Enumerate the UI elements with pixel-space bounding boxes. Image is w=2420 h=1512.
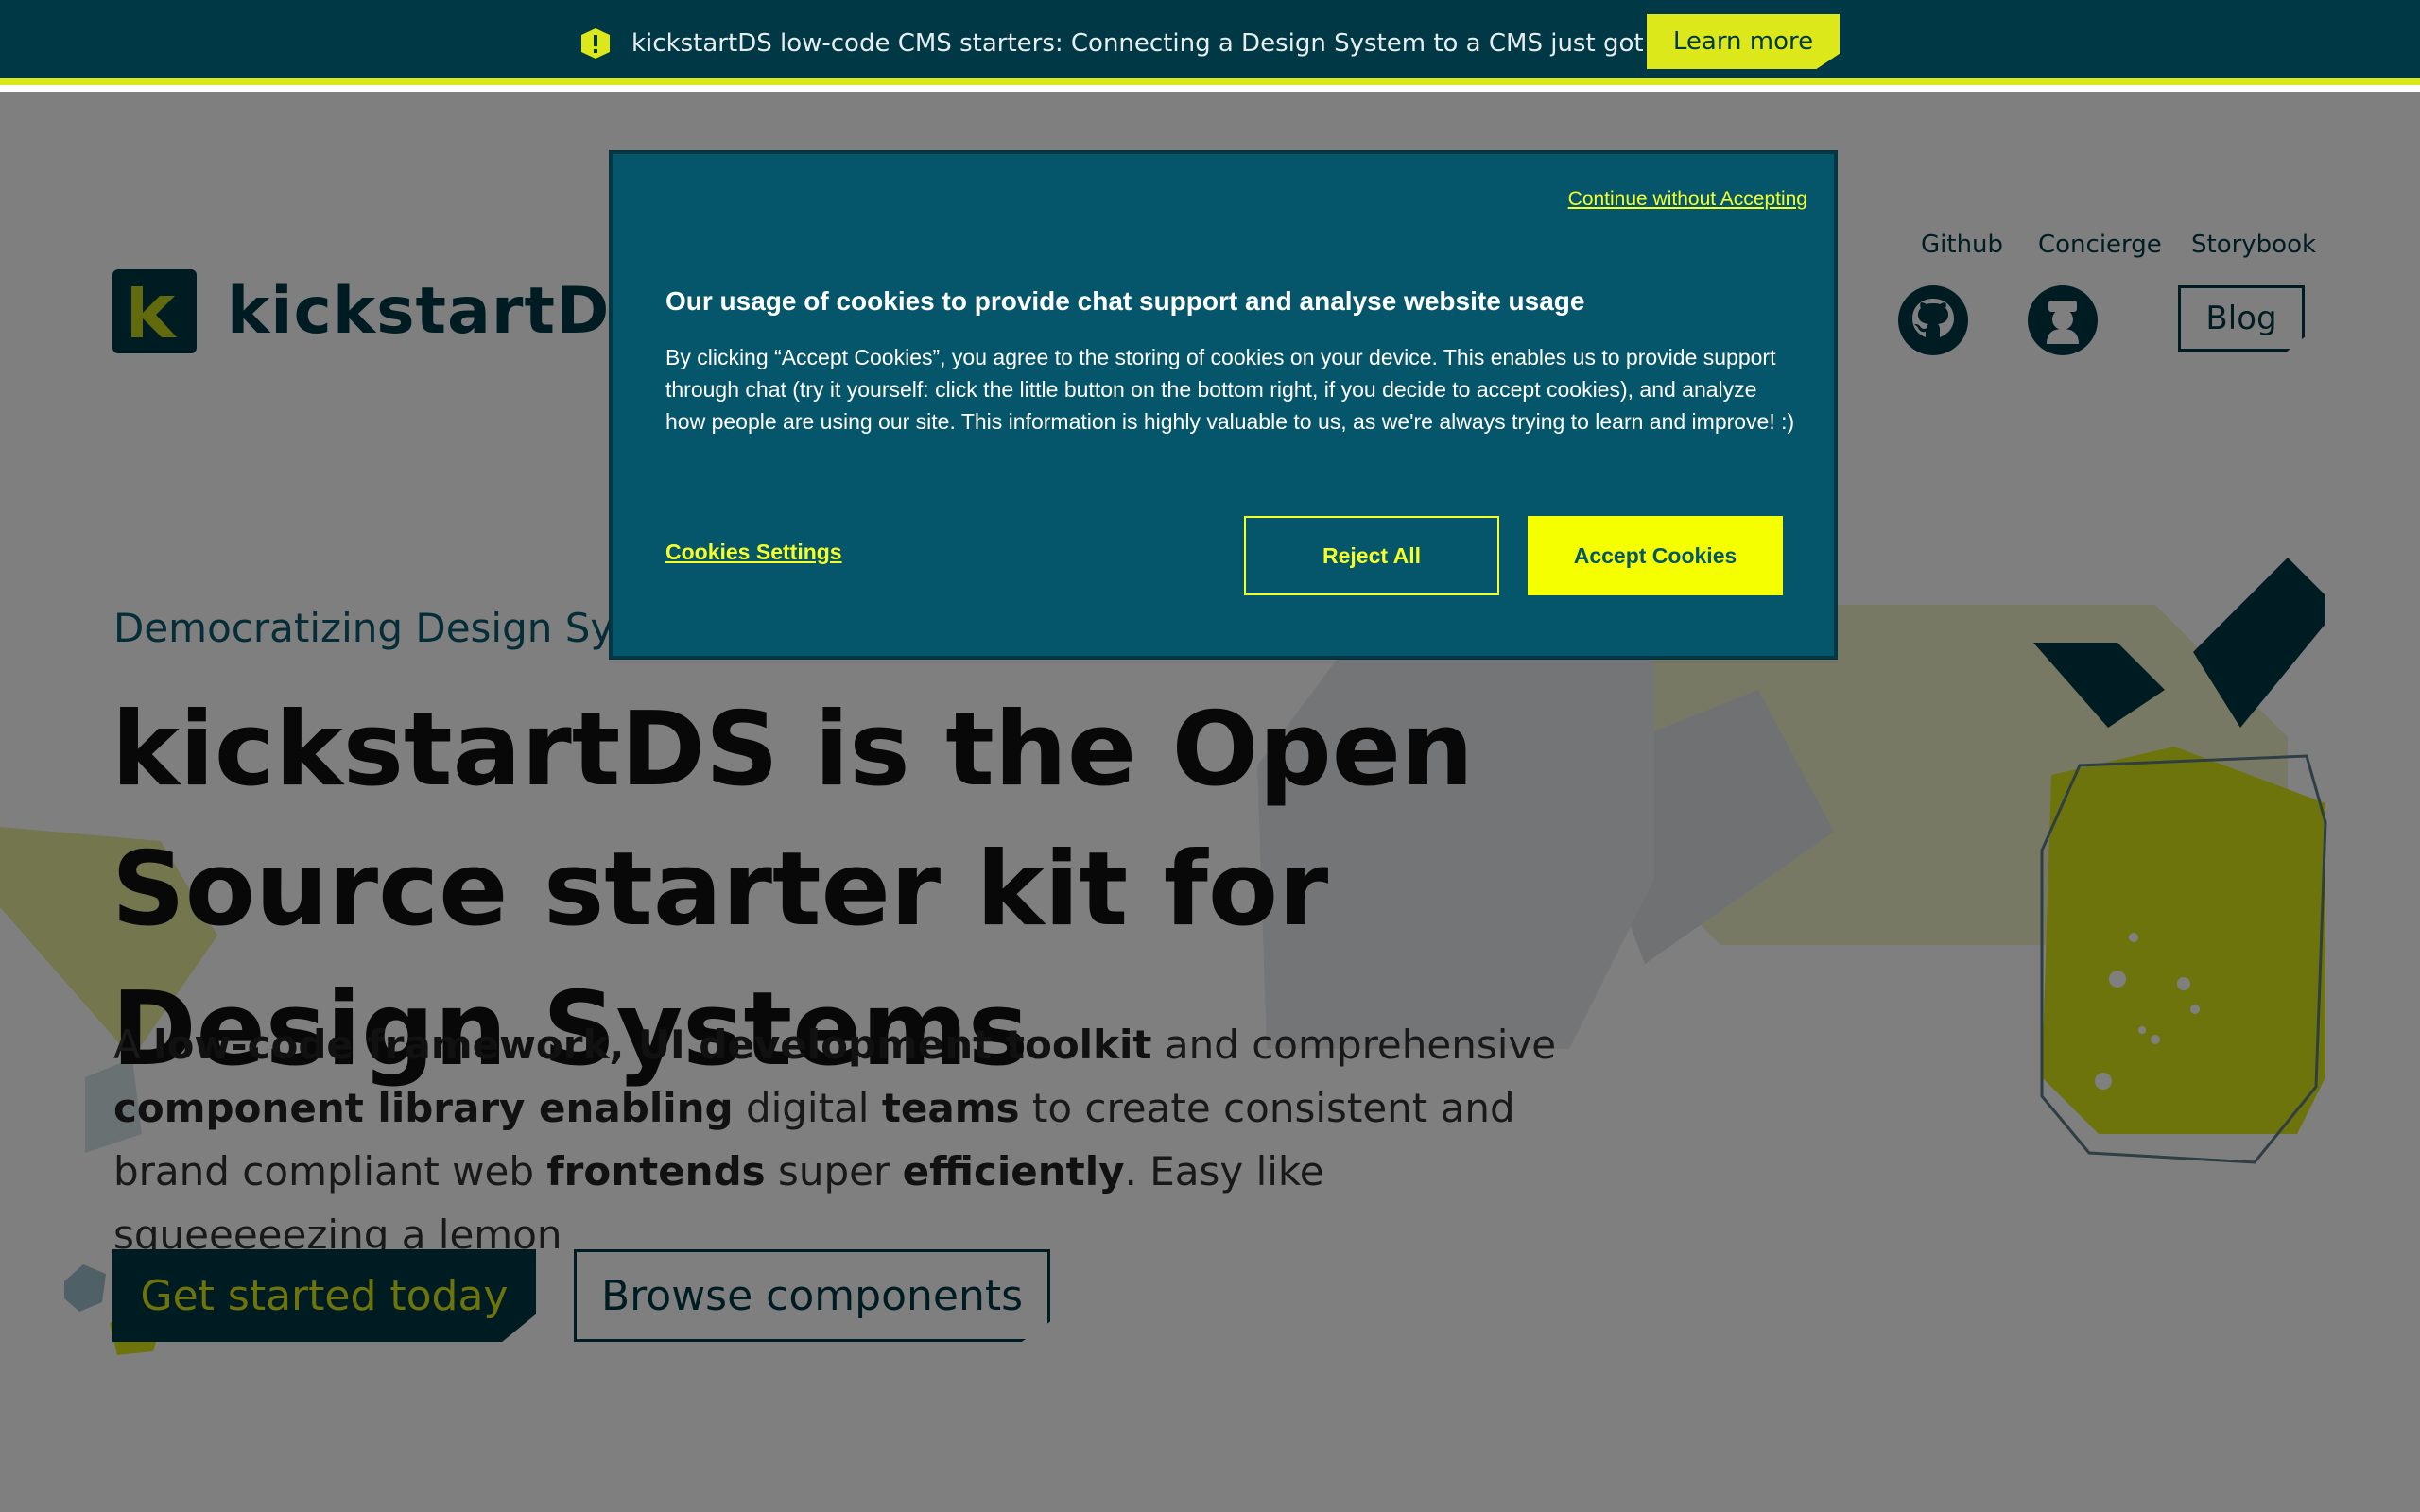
cookie-dialog-title: Our usage of cookies to provide chat sup… xyxy=(666,286,1585,316)
announcement-content: kickstartDS low-code CMS starters: Conne… xyxy=(579,23,1726,64)
cookie-consent-dialog: Continue without Accepting Our usage of … xyxy=(610,151,1837,659)
continue-without-accepting-link[interactable]: Continue without Accepting xyxy=(1568,188,1807,211)
announcement-text: kickstartDS low-code CMS starters: Conne… xyxy=(631,29,1727,58)
accept-cookies-button[interactable]: Accept Cookies xyxy=(1528,516,1783,595)
reject-all-button[interactable]: Reject All xyxy=(1244,516,1499,595)
alert-icon xyxy=(581,28,610,59)
cookie-dialog-body: By clicking “Accept Cookies”, you agree … xyxy=(666,345,1795,434)
cookies-settings-link[interactable]: Cookies Settings xyxy=(666,540,842,565)
announcement-bar: kickstartDS low-code CMS starters: Conne… xyxy=(0,0,2420,85)
learn-more-button[interactable]: Learn more xyxy=(1647,14,1840,69)
